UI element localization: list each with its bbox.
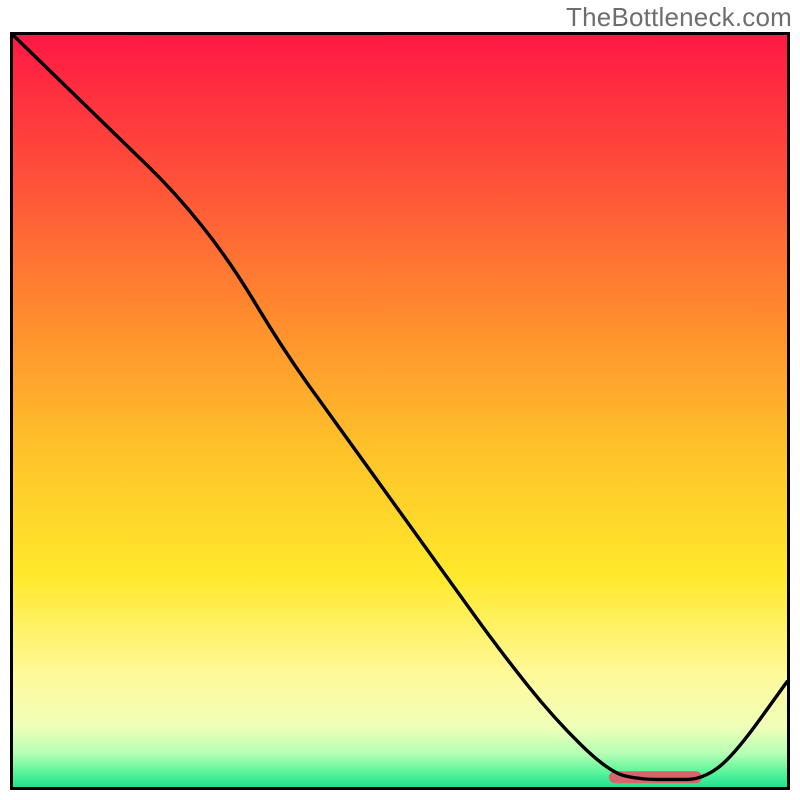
watermark-text: TheBottleneck.com bbox=[566, 2, 792, 33]
target-marker bbox=[609, 771, 702, 783]
chart-svg bbox=[13, 35, 787, 787]
plot-area bbox=[10, 32, 790, 790]
chart-frame: TheBottleneck.com bbox=[0, 0, 800, 800]
